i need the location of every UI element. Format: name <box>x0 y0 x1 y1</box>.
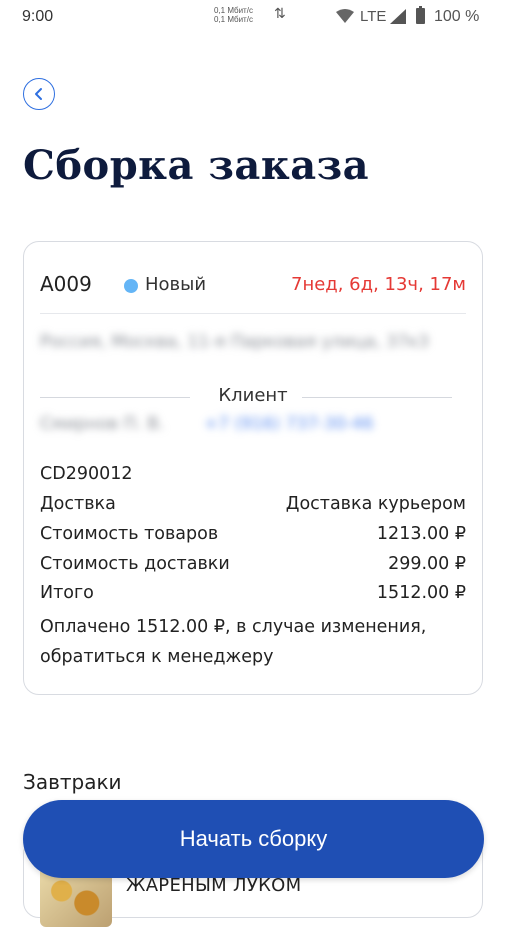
row-value: 1213.00 ₽ <box>376 524 466 544</box>
status-bar: 9:00 0,1 Мбит/с 0,1 Мбит/с ⇅ LTE 100 % <box>0 0 506 36</box>
wifi-icon <box>336 9 354 23</box>
row-value: Доставка курьером <box>285 494 466 514</box>
order-code: CD290012 <box>40 464 133 484</box>
goods-cost-row: Стоимость товаров 1213.00 ₽ <box>40 524 466 544</box>
battery-icon <box>416 6 425 24</box>
data-transfer-icon: ⇅ <box>274 6 286 22</box>
battery-percent: 100 % <box>434 8 480 25</box>
client-name: Смирнов П. В. <box>40 414 165 434</box>
elapsed-time: 7нед, 6д, 13ч, 17м <box>291 274 466 295</box>
status-dot-icon <box>124 279 138 293</box>
order-id: A009 <box>40 272 92 296</box>
speed-up: 0,1 Мбит/с <box>214 6 253 15</box>
row-label: Доствка <box>40 494 116 514</box>
order-card: A009 Новый 7нед, 6д, 13ч, 17м Россия, Мо… <box>23 241 483 695</box>
signal-icon <box>390 9 406 24</box>
chevron-left-icon <box>35 88 42 100</box>
start-assembly-button[interactable]: Начать сборку <box>23 800 484 878</box>
network-type: LTE <box>360 8 387 25</box>
client-phone-link[interactable]: +7 (916) 737-30-46 <box>204 414 374 434</box>
row-label: Стоимость товаров <box>40 524 219 544</box>
payment-note: Оплачено 1512.00 ₽, в случае изменения, … <box>40 617 427 667</box>
page-title: Сборка заказа <box>23 142 370 189</box>
status-badge: Новый <box>145 274 207 295</box>
delivery-row: Доствка Доставка курьером <box>40 494 466 514</box>
divider <box>302 397 452 398</box>
client-section-label: Клиент <box>218 385 288 406</box>
back-button[interactable] <box>23 78 55 110</box>
total-row: Итого 1512.00 ₽ <box>40 583 466 603</box>
order-code-row: CD290012 <box>40 464 466 484</box>
row-value: 299.00 ₽ <box>388 554 466 574</box>
divider <box>40 313 466 314</box>
row-label: Стоимость доставки <box>40 554 230 574</box>
speed-down: 0,1 Мбит/с <box>214 15 253 24</box>
delivery-cost-row: Стоимость доставки 299.00 ₽ <box>40 554 466 574</box>
row-value: 1512.00 ₽ <box>376 583 466 603</box>
row-label: Итого <box>40 583 94 603</box>
section-title: Завтраки <box>23 770 122 794</box>
status-time: 9:00 <box>22 8 54 25</box>
product-name: ЖАРЕНЫМ ЛУКОМ <box>126 875 302 896</box>
network-speed: 0,1 Мбит/с 0,1 Мбит/с <box>214 6 253 24</box>
delivery-address: Россия, Москва, 11-я Парковая улица, 37к… <box>40 332 429 352</box>
